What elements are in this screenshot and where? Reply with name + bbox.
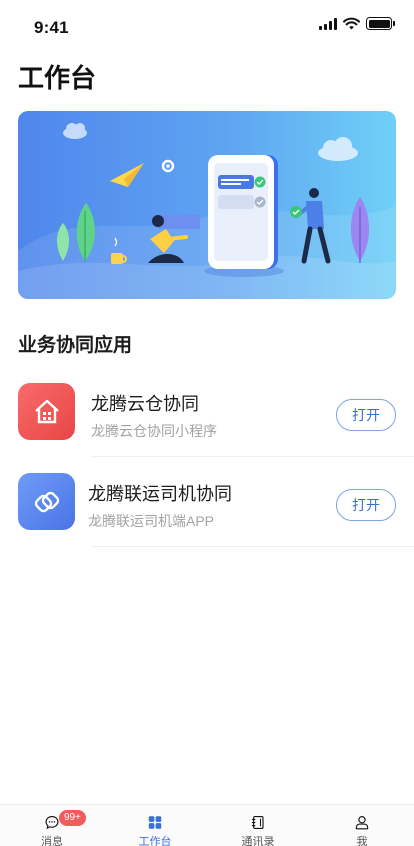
banner-illustration	[18, 123, 396, 299]
gear-icon	[161, 159, 175, 173]
signal-icon	[319, 17, 337, 30]
tab-label: 我	[356, 836, 368, 846]
section-title: 业务协同应用	[18, 335, 133, 356]
tab-bar: 99+ 消息 工作台 通讯录 我	[0, 804, 414, 846]
app-name: 龙腾联运司机协同	[88, 484, 232, 504]
divider	[91, 546, 414, 547]
tab-workbench[interactable]: 工作台	[125, 815, 185, 846]
warehouse-icon	[34, 399, 59, 423]
app-name: 龙腾云仓协同	[91, 394, 199, 414]
contacts-book-icon	[251, 816, 264, 829]
open-button[interactable]: 打开	[336, 489, 396, 521]
user-icon	[355, 816, 369, 830]
page-title: 工作台	[18, 63, 97, 93]
list-item[interactable]: 龙腾联运司机协同 龙腾联运司机端APP 打开	[18, 458, 414, 548]
wifi-icon	[343, 17, 360, 30]
grid-icon	[148, 816, 162, 829]
cloud-icon	[63, 123, 87, 139]
status-bar: 9:41	[0, 0, 414, 50]
status-time: 9:41	[34, 18, 69, 37]
link-icon	[34, 491, 59, 512]
paper-plane-icon	[110, 163, 144, 187]
tab-messages[interactable]: 99+ 消息	[22, 810, 86, 846]
app-icon	[18, 383, 75, 440]
tab-contacts[interactable]: 通讯录	[228, 815, 288, 846]
list-item[interactable]: 龙腾云仓协同 龙腾云仓协同小程序 打开	[18, 368, 414, 458]
tab-label: 通讯录	[241, 836, 275, 846]
phone-illustration	[204, 155, 284, 277]
app-description: 龙腾联运司机端APP	[88, 513, 215, 529]
app-icon	[18, 473, 75, 530]
tab-me[interactable]: 我	[332, 815, 392, 846]
tab-label: 工作台	[138, 836, 172, 846]
battery-icon	[366, 17, 395, 30]
unread-badge: 99+	[59, 810, 86, 826]
status-icons	[319, 17, 395, 30]
tab-label: 消息	[41, 836, 63, 846]
open-button[interactable]: 打开	[336, 399, 396, 431]
divider	[91, 456, 414, 457]
banner[interactable]	[18, 111, 396, 299]
cloud-icon	[318, 137, 358, 161]
app-description: 龙腾云仓协同小程序	[91, 423, 217, 439]
